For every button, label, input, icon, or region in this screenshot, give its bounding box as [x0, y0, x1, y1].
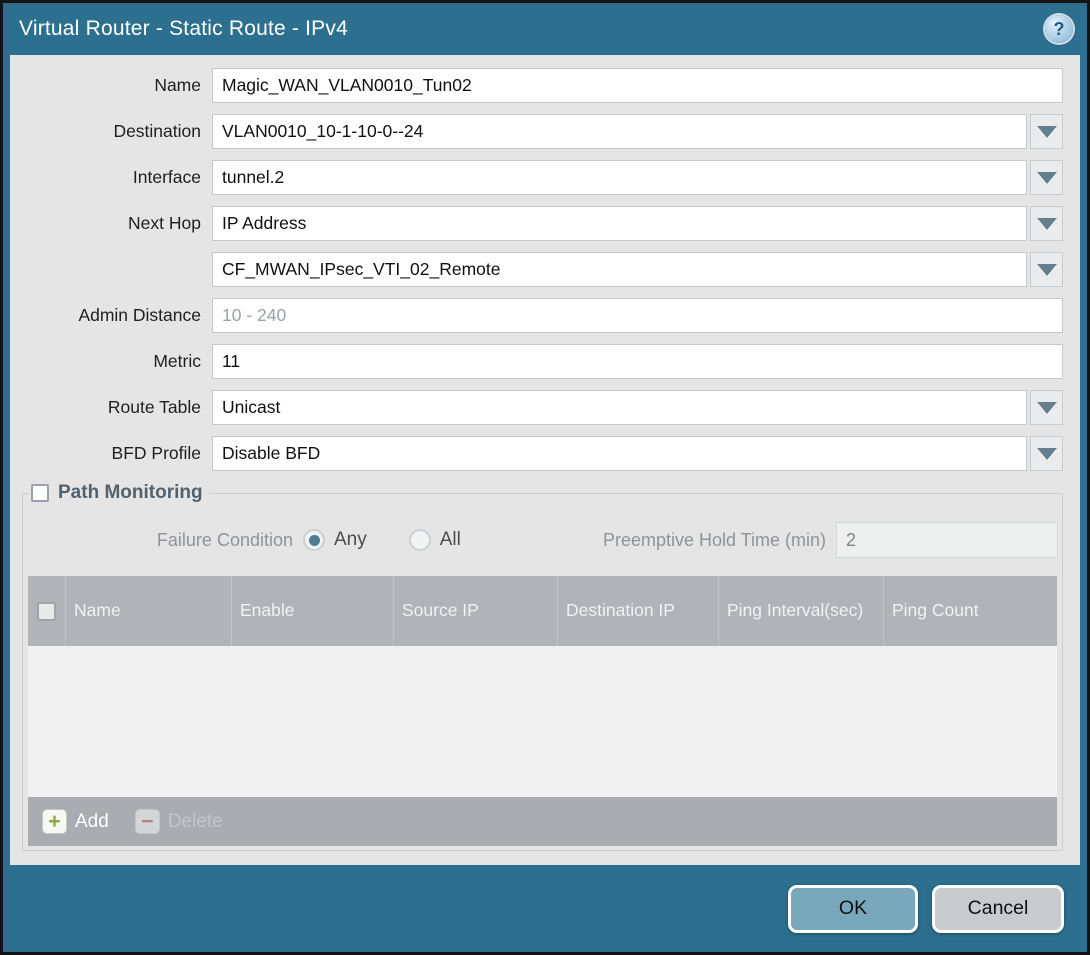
next-hop-address-dropdown-button[interactable]	[1030, 252, 1063, 287]
path-monitoring-legend: Path Monitoring	[29, 482, 209, 504]
dialog-footer: OK Cancel	[3, 865, 1087, 952]
plus-icon: +	[42, 809, 67, 834]
add-button-label: Add	[75, 811, 109, 833]
path-monitoring-table: Name Enable Source IP Destination IP Pin…	[28, 576, 1057, 846]
bfd-profile-label: BFD Profile	[22, 443, 212, 464]
failure-condition-row: Failure Condition Any All Preemptive Hol…	[27, 522, 1058, 558]
admin-distance-input[interactable]	[212, 298, 1063, 333]
chevron-down-icon	[1037, 448, 1057, 460]
admin-distance-label: Admin Distance	[22, 305, 212, 326]
table-header-name[interactable]: Name	[65, 576, 231, 646]
table-body-empty	[28, 646, 1057, 797]
name-input[interactable]	[212, 68, 1063, 103]
metric-input[interactable]	[212, 344, 1063, 379]
form-row-metric: Metric	[22, 344, 1063, 379]
chevron-down-icon	[1037, 402, 1057, 414]
interface-input[interactable]	[212, 160, 1027, 195]
ok-button[interactable]: OK	[788, 885, 918, 933]
destination-dropdown-button[interactable]	[1030, 114, 1063, 149]
route-table-dropdown-button[interactable]	[1030, 390, 1063, 425]
failure-condition-any-label: Any	[334, 529, 367, 551]
interface-label: Interface	[22, 167, 212, 188]
path-monitoring-title: Path Monitoring	[58, 482, 203, 504]
chevron-down-icon	[1037, 172, 1057, 184]
path-monitoring-section: Path Monitoring Failure Condition Any Al…	[22, 482, 1063, 851]
preemptive-hold-time-label: Preemptive Hold Time (min)	[603, 530, 836, 551]
chevron-down-icon	[1037, 264, 1057, 276]
table-header-checkbox-cell	[28, 576, 65, 646]
route-table-input[interactable]	[212, 390, 1027, 425]
form-row-route-table: Route Table	[22, 390, 1063, 425]
interface-dropdown-button[interactable]	[1030, 160, 1063, 195]
form-row-next-hop-address	[22, 252, 1063, 287]
cancel-button[interactable]: Cancel	[932, 885, 1064, 933]
add-button[interactable]: + Add	[42, 809, 109, 834]
delete-button-label: Delete	[168, 811, 223, 833]
dialog-title: Virtual Router - Static Route - IPv4	[19, 17, 348, 41]
table-header-enable[interactable]: Enable	[231, 576, 393, 646]
failure-condition-any-radio[interactable]	[303, 529, 325, 551]
minus-icon: −	[135, 809, 160, 834]
form-row-admin-distance: Admin Distance	[22, 298, 1063, 333]
name-label: Name	[22, 75, 212, 96]
bfd-profile-dropdown-button[interactable]	[1030, 436, 1063, 471]
select-all-checkbox[interactable]	[37, 602, 56, 621]
dialog-titlebar: Virtual Router - Static Route - IPv4 ?	[3, 3, 1087, 55]
table-toolbar: + Add − Delete	[28, 797, 1057, 846]
bfd-profile-input[interactable]	[212, 436, 1027, 471]
dialog-window: Virtual Router - Static Route - IPv4 ? N…	[0, 0, 1090, 955]
destination-input[interactable]	[212, 114, 1027, 149]
preemptive-hold-time-input[interactable]	[836, 522, 1058, 558]
delete-button[interactable]: − Delete	[135, 809, 223, 834]
radio-selected-dot-icon	[309, 535, 320, 546]
form-row-destination: Destination	[22, 114, 1063, 149]
form-row-next-hop: Next Hop	[22, 206, 1063, 241]
chevron-down-icon	[1037, 218, 1057, 230]
table-header-source-ip[interactable]: Source IP	[393, 576, 557, 646]
path-monitoring-checkbox[interactable]	[31, 484, 49, 502]
form-row-bfd-profile: BFD Profile	[22, 436, 1063, 471]
next-hop-type-dropdown-button[interactable]	[1030, 206, 1063, 241]
next-hop-address-input[interactable]	[212, 252, 1027, 287]
static-route-dialog: Virtual Router - Static Route - IPv4 ? N…	[3, 3, 1087, 952]
table-header-ping-count[interactable]: Ping Count	[883, 576, 1057, 646]
form-row-name: Name	[22, 68, 1063, 103]
destination-label: Destination	[22, 121, 212, 142]
metric-label: Metric	[22, 351, 212, 372]
failure-condition-label: Failure Condition	[27, 530, 303, 551]
table-header-row: Name Enable Source IP Destination IP Pin…	[28, 576, 1057, 646]
chevron-down-icon	[1037, 126, 1057, 138]
failure-condition-all-radio[interactable]	[409, 529, 431, 551]
table-header-ping-interval[interactable]: Ping Interval(sec)	[718, 576, 883, 646]
table-header-destination-ip[interactable]: Destination IP	[557, 576, 718, 646]
next-hop-label: Next Hop	[22, 213, 212, 234]
failure-condition-all-label: All	[440, 529, 461, 551]
next-hop-type-input[interactable]	[212, 206, 1027, 241]
form-row-interface: Interface	[22, 160, 1063, 195]
dialog-body: Name Destination Interface	[10, 55, 1080, 865]
route-table-label: Route Table	[22, 397, 212, 418]
help-icon[interactable]: ?	[1045, 15, 1073, 43]
